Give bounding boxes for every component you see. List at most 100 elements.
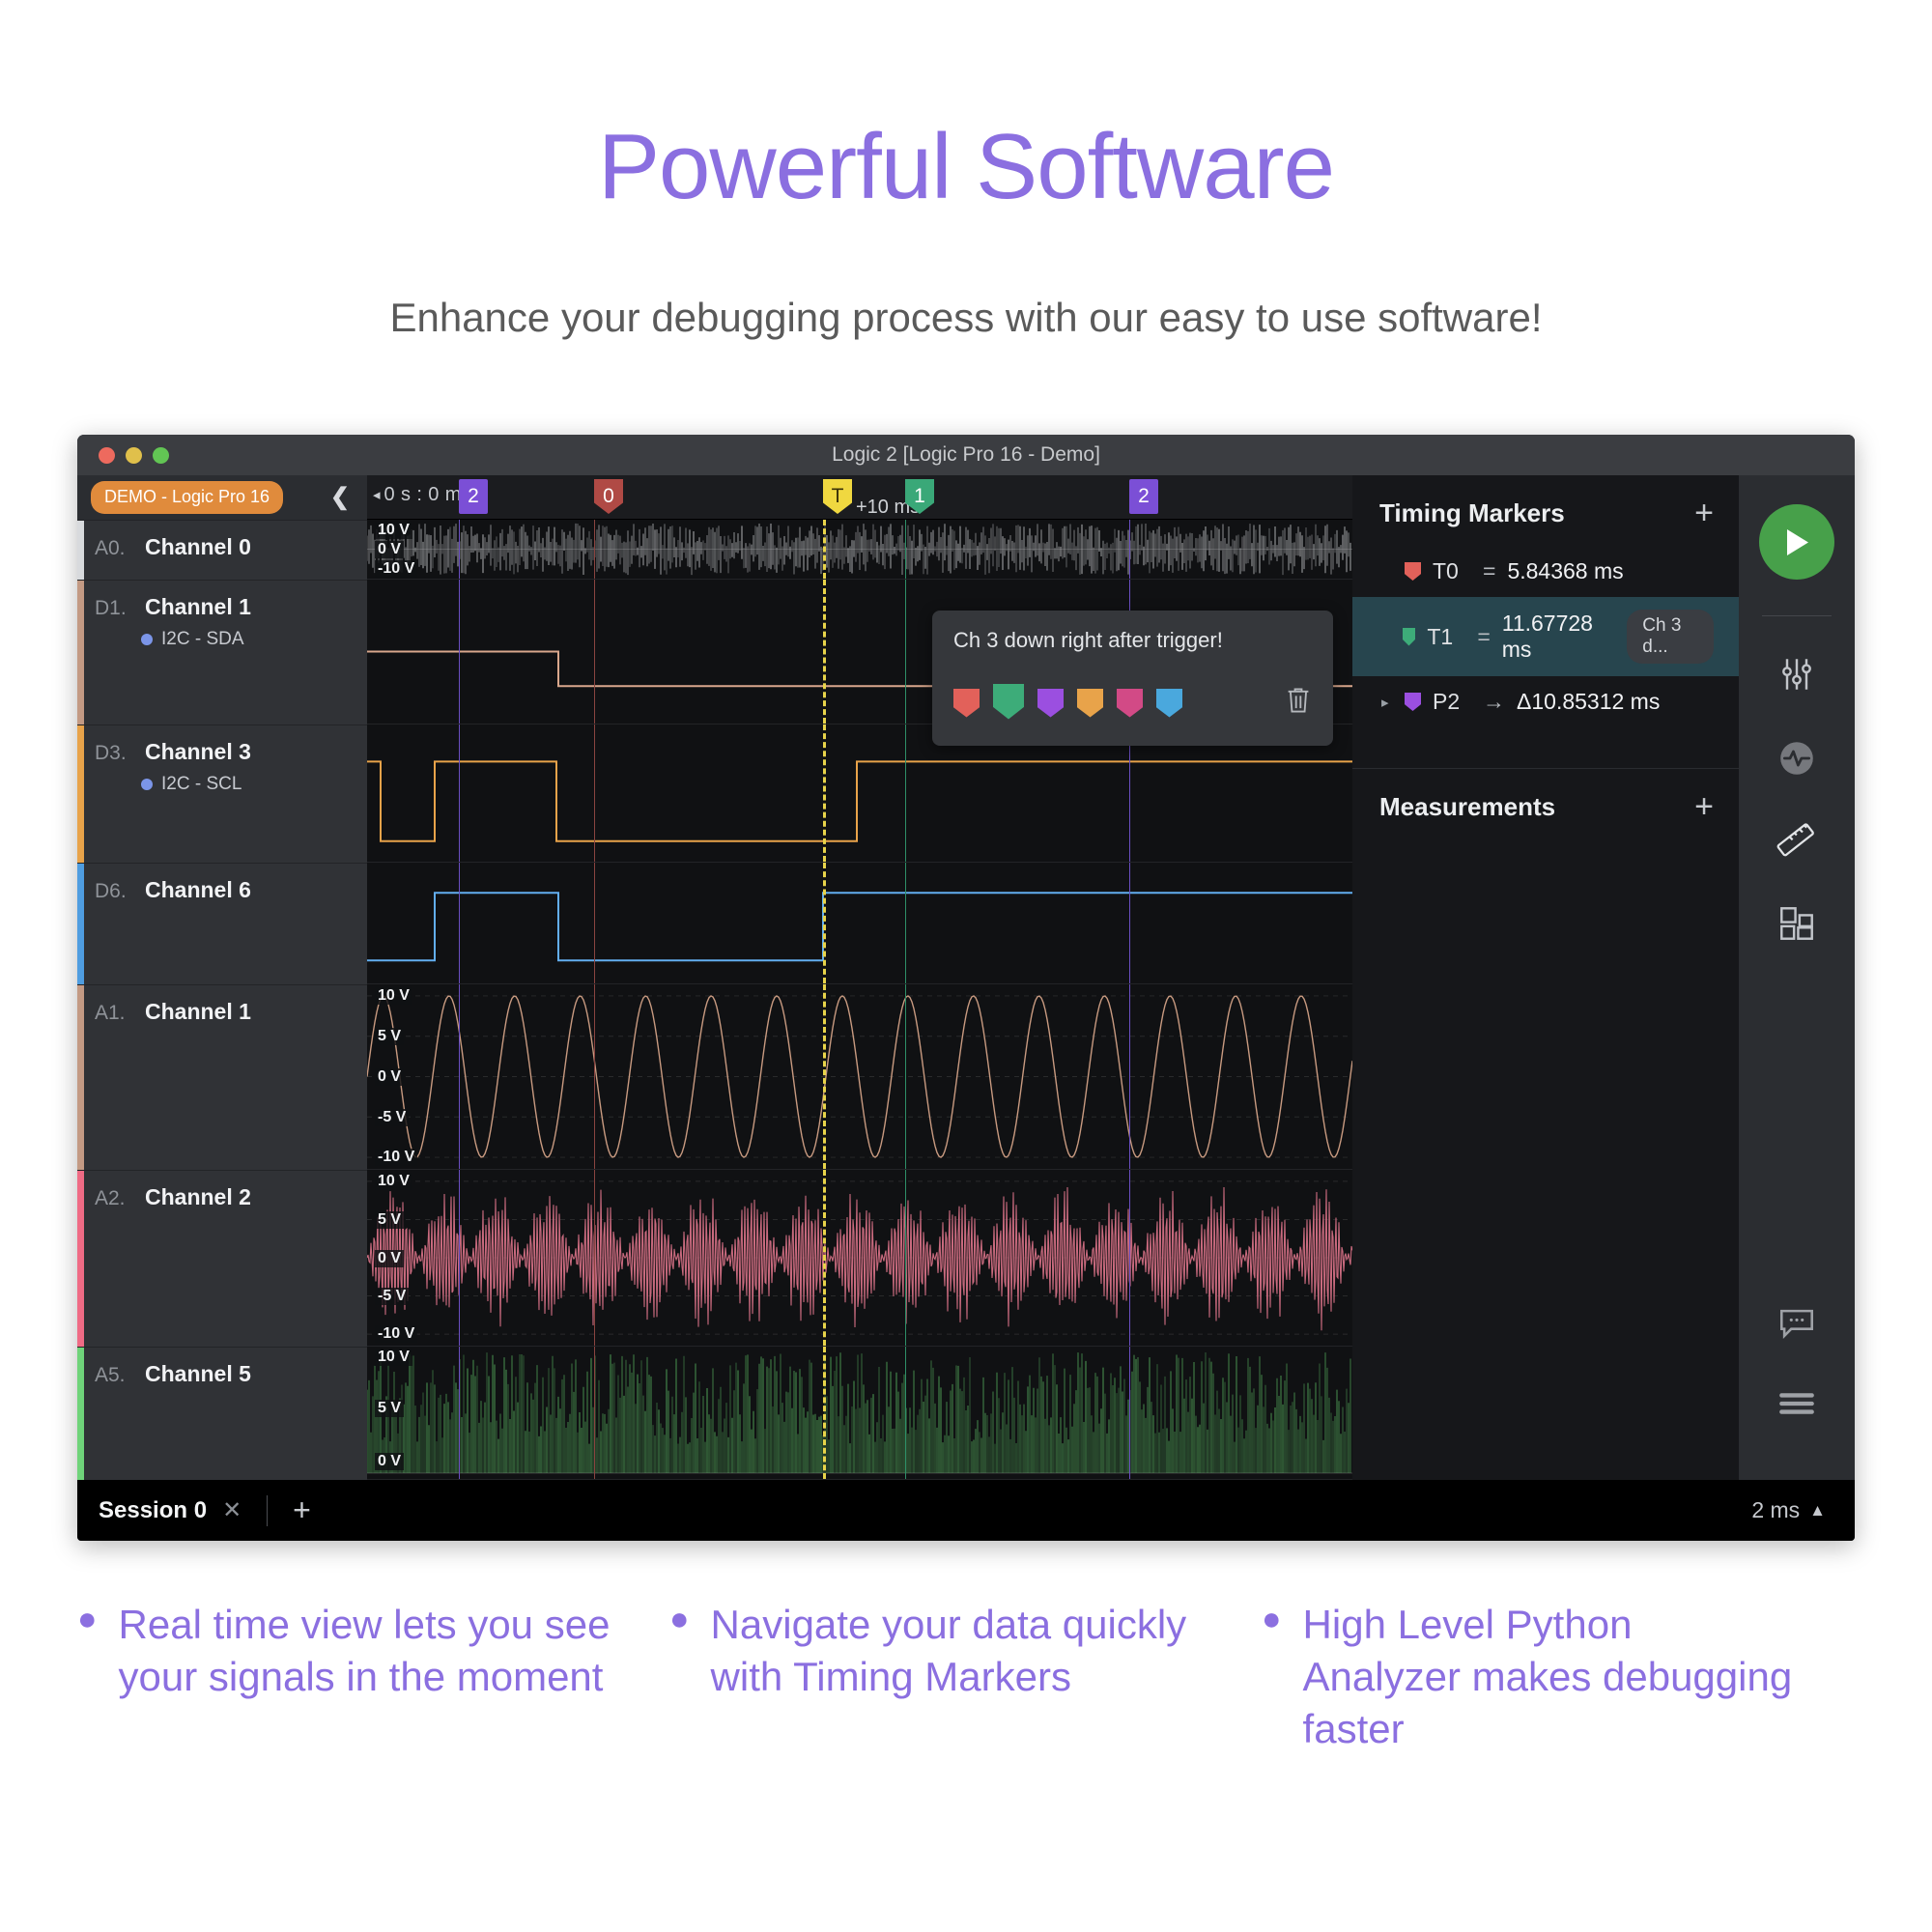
- window-traffic-lights[interactable]: [99, 447, 169, 464]
- minimize-window-button[interactable]: [126, 447, 142, 464]
- marker-cursor[interactable]: [594, 1347, 595, 1479]
- color-swatch[interactable]: [1156, 688, 1182, 718]
- sliders-icon[interactable]: [1739, 655, 1855, 694]
- trigger-cursor[interactable]: [823, 1170, 826, 1346]
- demo-device-badge[interactable]: DEMO - Logic Pro 16: [91, 481, 284, 514]
- channel-name[interactable]: Channel 5: [145, 1361, 251, 1387]
- timing-marker-row[interactable]: T1 = 11.67728 ms Ch 3 d...: [1352, 597, 1739, 676]
- color-swatch[interactable]: [953, 688, 980, 718]
- marker-cursor[interactable]: [905, 520, 906, 579]
- marker-cursor[interactable]: [905, 863, 906, 983]
- channel-name[interactable]: Channel 1: [145, 594, 251, 620]
- chevron-left-icon[interactable]: ❮: [325, 486, 355, 509]
- marker-cursor[interactable]: [459, 984, 460, 1169]
- blocks-icon[interactable]: [1739, 904, 1855, 943]
- marker-cursor[interactable]: [459, 863, 460, 983]
- marker-cursor[interactable]: [905, 724, 906, 862]
- color-swatch[interactable]: [1077, 688, 1103, 718]
- zoom-window-button[interactable]: [153, 447, 169, 464]
- plus-icon[interactable]: +: [1694, 497, 1714, 529]
- marker-cursor[interactable]: [1129, 984, 1130, 1169]
- marker-comment-chip[interactable]: Ch 3 d...: [1627, 610, 1714, 664]
- trigger-cursor[interactable]: [823, 863, 826, 983]
- timing-markers-list[interactable]: T0 = 5.84368 ms T1 = 11.67728 ms Ch 3 d... ▸ P2 →…: [1352, 546, 1739, 727]
- marker-cursor[interactable]: [905, 580, 906, 724]
- right-icon-rail[interactable]: [1739, 475, 1855, 1480]
- start-capture-button[interactable]: [1759, 504, 1834, 580]
- timeline-ruler[interactable]: ◂ 0 s : 0 ms 2 0 T +10 ms 1 2: [367, 475, 1352, 520]
- channel-id: A2.: [95, 1187, 126, 1209]
- color-swatch[interactable]: [1117, 688, 1143, 718]
- channel-analyzer[interactable]: I2C - SDA: [77, 620, 367, 650]
- ruler-icon[interactable]: [1739, 821, 1855, 862]
- plus-icon[interactable]: +: [1694, 790, 1714, 823]
- timing-marker-row[interactable]: T0 = 5.84368 ms: [1352, 546, 1739, 597]
- channel-row[interactable]: A0. Channel 0: [77, 520, 367, 580]
- trigger-cursor[interactable]: [823, 984, 826, 1169]
- trigger-cursor[interactable]: [823, 520, 826, 579]
- marker-cursor[interactable]: [459, 580, 460, 724]
- timing-marker-flag[interactable]: 1: [905, 479, 934, 514]
- plus-icon[interactable]: +: [268, 1494, 336, 1526]
- close-window-button[interactable]: [99, 447, 115, 464]
- hamburger-menu-icon[interactable]: [1739, 1389, 1855, 1418]
- waveform-lane[interactable]: 10 V 0 V -10 V: [367, 520, 1352, 580]
- timing-marker-flag[interactable]: 2: [1129, 479, 1158, 514]
- marker-color-swatches[interactable]: [953, 683, 1312, 720]
- marker-cursor[interactable]: [459, 520, 460, 579]
- marker-cursor[interactable]: [905, 1170, 906, 1346]
- marker-cursor[interactable]: [1129, 520, 1130, 579]
- channel-row[interactable]: A5. Channel 5: [77, 1347, 367, 1480]
- channel-row[interactable]: D6. Channel 6: [77, 863, 367, 984]
- marker-comment-popup[interactable]: Ch 3 down right after trigger!: [932, 611, 1333, 746]
- timing-marker-flag[interactable]: 2: [459, 479, 488, 514]
- channel-row[interactable]: A1. Channel 1: [77, 984, 367, 1170]
- session-tab[interactable]: Session 0 ✕: [77, 1480, 267, 1541]
- comment-icon[interactable]: [1739, 1304, 1855, 1343]
- expand-caret-icon[interactable]: ▸: [1381, 694, 1393, 711]
- marker-cursor[interactable]: [594, 724, 595, 862]
- close-icon[interactable]: ✕: [222, 1496, 242, 1524]
- channel-color-stripe: [77, 985, 84, 1170]
- chevron-up-icon[interactable]: ▲: [1809, 1501, 1826, 1520]
- trigger-cursor[interactable]: [823, 724, 826, 862]
- marker-cursor[interactable]: [1129, 1170, 1130, 1346]
- marker-cursor[interactable]: [594, 520, 595, 579]
- marker-cursor[interactable]: [594, 580, 595, 724]
- marker-cursor[interactable]: [594, 984, 595, 1169]
- channel-name[interactable]: Channel 3: [145, 739, 251, 765]
- timing-marker-flag[interactable]: 0: [594, 479, 623, 514]
- trigger-cursor[interactable]: [823, 580, 826, 724]
- marker-cursor[interactable]: [459, 1170, 460, 1346]
- channel-name[interactable]: Channel 1: [145, 999, 251, 1025]
- waveform-lane[interactable]: 10 V 5 V 0 V -5 V -10 V: [367, 1170, 1352, 1347]
- zoom-level-control[interactable]: 2 ms ▲: [1751, 1497, 1855, 1523]
- marker-cursor[interactable]: [459, 1347, 460, 1479]
- marker-cursor[interactable]: [905, 984, 906, 1169]
- timing-marker-flag[interactable]: T +10 ms: [823, 479, 920, 518]
- marker-cursor[interactable]: [459, 724, 460, 862]
- channel-name[interactable]: Channel 6: [145, 877, 251, 903]
- timing-marker-row[interactable]: ▸ P2 → Δ10.85312 ms: [1352, 676, 1739, 727]
- waveform-lane[interactable]: 10 V 5 V 0 V -5 V -10 V: [367, 984, 1352, 1170]
- marker-cursor[interactable]: [594, 1170, 595, 1346]
- marker-cursor[interactable]: [1129, 1347, 1130, 1479]
- waveform-graph-area[interactable]: ◂ 0 s : 0 ms 2 0 T +10 ms 1 2 10 V0 V -10 V 10 …: [367, 475, 1352, 1480]
- trigger-cursor[interactable]: [823, 1347, 826, 1479]
- channel-name[interactable]: Channel 2: [145, 1184, 251, 1210]
- analyzer-pulse-icon[interactable]: [1739, 738, 1855, 779]
- waveform-lane[interactable]: 10 V 5 V 0 V: [367, 1347, 1352, 1480]
- channel-row[interactable]: D3. Channel 3 I2C - SCL: [77, 724, 367, 863]
- trash-icon[interactable]: [1285, 686, 1312, 720]
- channel-name[interactable]: Channel 0: [145, 534, 251, 560]
- channel-analyzer[interactable]: I2C - SCL: [77, 765, 367, 795]
- feature-item: ● Navigate your data quickly with Timing …: [669, 1599, 1262, 1754]
- channel-row[interactable]: A2. Channel 2: [77, 1170, 367, 1347]
- color-swatch[interactable]: [993, 683, 1024, 720]
- waveform-lane[interactable]: [367, 863, 1352, 984]
- marker-cursor[interactable]: [905, 1347, 906, 1479]
- marker-cursor[interactable]: [1129, 863, 1130, 983]
- color-swatch[interactable]: [1037, 688, 1064, 718]
- marker-cursor[interactable]: [594, 863, 595, 983]
- channel-row[interactable]: D1. Channel 1 I2C - SDA: [77, 580, 367, 724]
